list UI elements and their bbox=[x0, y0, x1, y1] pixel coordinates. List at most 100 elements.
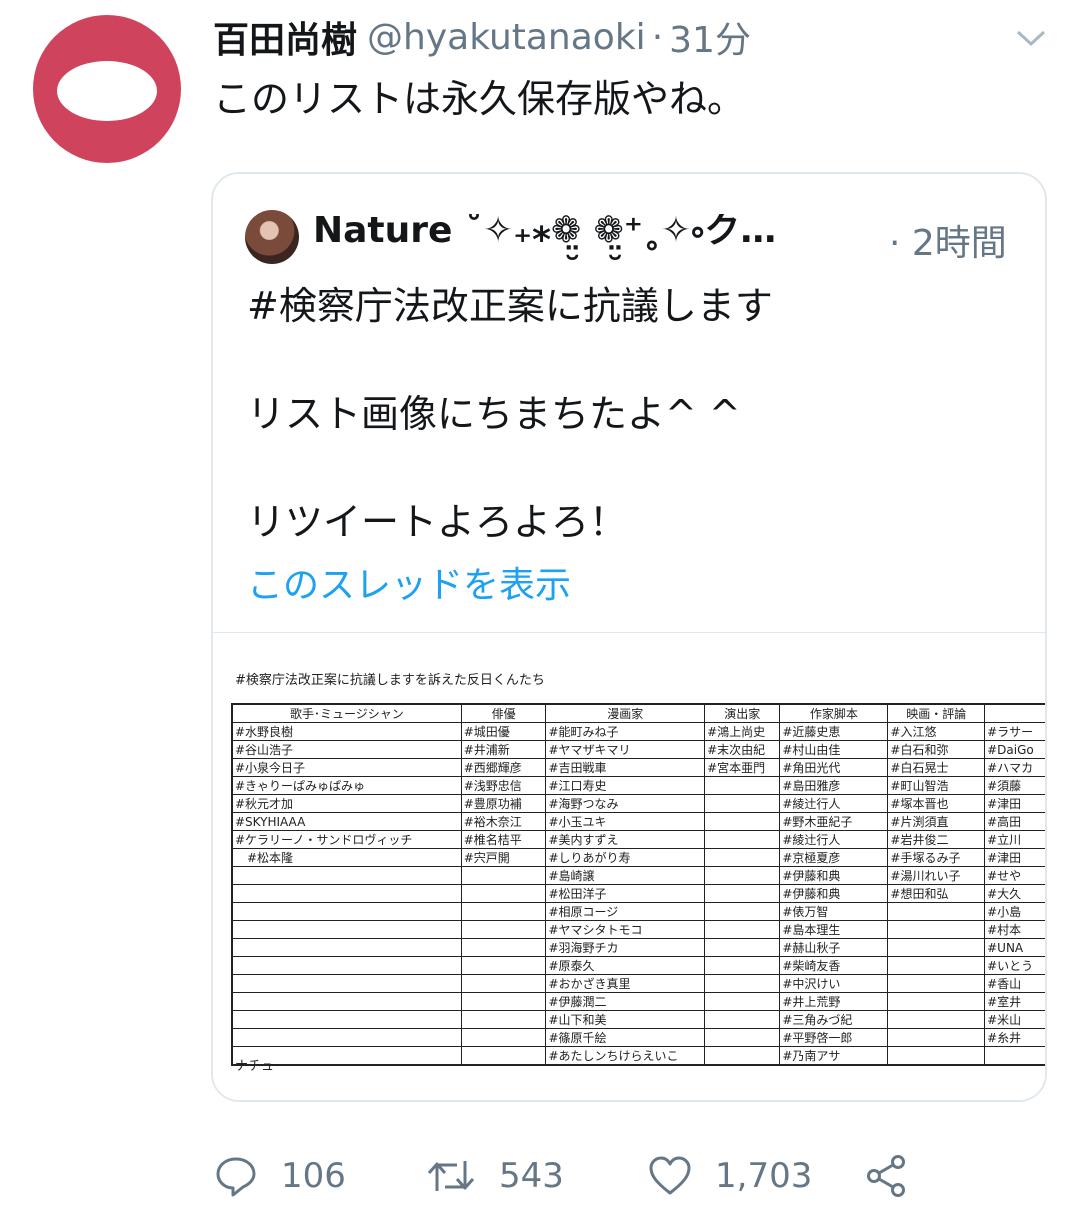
table-row: #島崎譲 #伊藤和典 #湯川れい子 #せや bbox=[231, 866, 1045, 885]
table-cell bbox=[460, 866, 547, 885]
table-cell: #篠原千絵 bbox=[545, 1028, 706, 1047]
table-cell bbox=[231, 902, 462, 921]
like-button[interactable]: 1,703 bbox=[647, 1146, 812, 1206]
table-row: #小泉今日子 #西郷輝彦 #吉田戦車 #宮本亜門 #角田光代 #白石晃士 #ハマカ bbox=[231, 758, 1045, 777]
table-cell bbox=[231, 1010, 462, 1029]
tweet-text: このリストは永久保存版やね。 bbox=[213, 77, 746, 121]
table-cell: #伊藤和典 bbox=[779, 884, 889, 903]
like-count: 1,703 bbox=[715, 1156, 813, 1196]
author-name[interactable]: 百田尚樹 bbox=[213, 11, 357, 63]
table-cell bbox=[887, 956, 986, 975]
table-cell: #島本理生 bbox=[779, 920, 889, 939]
table-cell: #香山 bbox=[984, 974, 1045, 993]
table-row: #谷山浩子 #井浦新 #ヤマザキマリ #末次由紀 #村山由佳 #白石和弥 #DaiGo bbox=[231, 740, 1045, 759]
show-thread-link[interactable]: このスレッドを表示 bbox=[247, 556, 571, 608]
retweet-count: 543 bbox=[499, 1156, 564, 1196]
table-cell: #末次由紀 bbox=[704, 740, 781, 759]
tweet-time[interactable]: 31分 bbox=[669, 11, 751, 63]
author-handle[interactable]: @hyakutanaoki bbox=[367, 17, 646, 58]
quoted-image[interactable]: #検察庁法改正案に抗議しますを訴えた反日くんたち 歌手･ミュージシャン 俳優 漫画家… bbox=[213, 632, 1045, 1100]
table-cell: #しりあがり寿 bbox=[545, 848, 706, 867]
table-cell bbox=[704, 812, 781, 831]
table-cell bbox=[704, 956, 781, 975]
quoted-header: Nature ˚✧₊⁎❁̤̮ ❁̤̮⁺˳✧༚ク… bbox=[313, 214, 913, 266]
share-button[interactable] bbox=[863, 1146, 909, 1206]
table-cell: #綾辻行人 bbox=[779, 794, 889, 813]
table-cell: #せや bbox=[984, 866, 1045, 885]
retweet-icon bbox=[427, 1161, 475, 1191]
table-cell bbox=[887, 920, 986, 939]
table-cell bbox=[460, 974, 547, 993]
table-cell bbox=[704, 794, 781, 813]
table-row: #松本隆 #宍戸開 #しりあがり寿 #京極夏彦 #手塚るみ子 #津田 bbox=[231, 848, 1045, 867]
table-cell bbox=[887, 938, 986, 957]
table-cell: #米山 bbox=[984, 1010, 1045, 1029]
table-cell: #三角みづ紀 bbox=[779, 1010, 889, 1029]
table-cell: #野木亜紀子 bbox=[779, 812, 889, 831]
table-cell bbox=[460, 992, 547, 1011]
table-cell: #津田 bbox=[984, 848, 1045, 867]
chevron-down-icon[interactable] bbox=[1014, 26, 1048, 50]
table-cell: #片渕須直 bbox=[887, 812, 986, 831]
table-cell bbox=[231, 974, 462, 993]
like-icon bbox=[649, 1156, 691, 1195]
table-cell: #ヤマザキマリ bbox=[545, 740, 706, 759]
table-cell bbox=[231, 956, 462, 975]
table-cell: #須藤 bbox=[984, 776, 1045, 795]
avatar-graphic bbox=[57, 61, 157, 121]
table-cell bbox=[704, 776, 781, 795]
quoted-author-name[interactable]: Nature ˚✧₊⁎❁̤̮ ❁̤̮⁺˳✧༚ク… bbox=[313, 214, 776, 266]
table-row: #伊藤潤二 #井上荒野 #室井 bbox=[231, 992, 1045, 1011]
table-row: #ケラリーノ・サンドロヴィッチ #椎名桔平 #美内すずえ #綾辻行人 #岩井俊二 #立川 bbox=[231, 830, 1045, 849]
table-cell: #江口寿史 bbox=[545, 776, 706, 795]
table-cell: #城田優 bbox=[460, 722, 547, 741]
table-cell: #谷山浩子 bbox=[231, 740, 462, 759]
table-cell bbox=[460, 902, 547, 921]
table-header-cell: 漫画家 bbox=[545, 703, 706, 723]
table-cell bbox=[704, 1046, 781, 1066]
table-cell bbox=[704, 1028, 781, 1047]
table-cell bbox=[704, 992, 781, 1011]
table-row: #相原コージ #俵万智 #小島 bbox=[231, 902, 1045, 921]
retweet-button[interactable]: 543 bbox=[425, 1146, 564, 1206]
table-cell: #おかざき真里 bbox=[545, 974, 706, 993]
table-cell: #綾辻行人 bbox=[779, 830, 889, 849]
table-cell bbox=[984, 1046, 1045, 1066]
quoted-time[interactable]: · 2時間 bbox=[889, 214, 1007, 266]
table-row: #きゃりーぱみゅぱみゅ #浅野忠信 #江口寿史 #島田雅彦 #町山智浩 #須藤 bbox=[231, 776, 1045, 795]
author-avatar[interactable] bbox=[33, 15, 181, 163]
table-cell: #吉田戦車 bbox=[545, 758, 706, 777]
quoted-author-avatar[interactable] bbox=[245, 210, 299, 264]
table-cell bbox=[704, 902, 781, 921]
table-cell bbox=[704, 848, 781, 867]
table-row: #ヤマシタトモコ #島本理生 #村本 bbox=[231, 920, 1045, 939]
table-cell bbox=[887, 1010, 986, 1029]
quoted-line: #検察庁法改正案に抗議します bbox=[247, 284, 773, 328]
table-cell: #柴崎友香 bbox=[779, 956, 889, 975]
separator: · bbox=[651, 16, 664, 58]
table-row: #篠原千絵 #平野啓一郎 #糸井 bbox=[231, 1028, 1045, 1047]
table-cell bbox=[887, 902, 986, 921]
table-cell: #裕木奈江 bbox=[460, 812, 547, 831]
quoted-line: リスト画像にちまちたよ^ ^ bbox=[247, 392, 741, 436]
table-cell: #井上荒野 bbox=[779, 992, 889, 1011]
table-cell: #松本隆 bbox=[231, 848, 462, 867]
table-cell bbox=[460, 938, 547, 957]
table-row: #水野良樹 #城田優 #能町みね子 #鴻上尚史 #近藤史恵 #入江悠 #ラサー bbox=[231, 722, 1045, 741]
table-cell bbox=[460, 1028, 547, 1047]
table-cell: #高田 bbox=[984, 812, 1045, 831]
table-cell bbox=[460, 1046, 547, 1066]
table-cell: #水野良樹 bbox=[231, 722, 462, 741]
table-cell: #井浦新 bbox=[460, 740, 547, 759]
table-cell bbox=[704, 884, 781, 903]
table-cell: #角田光代 bbox=[779, 758, 889, 777]
table-cell bbox=[231, 992, 462, 1011]
table-row: #秋元才加 #豊原功補 #海野つなみ #綾辻行人 #塚本晋也 #津田 bbox=[231, 794, 1045, 813]
table-cell bbox=[887, 992, 986, 1011]
quoted-tweet[interactable]: Nature ˚✧₊⁎❁̤̮ ❁̤̮⁺˳✧༚ク… · 2時間 #検察庁法改正案に… bbox=[211, 172, 1047, 1102]
table-cell: #赫山秋子 bbox=[779, 938, 889, 957]
image-footer: ナチュ bbox=[235, 1059, 275, 1074]
table-header-row: 歌手･ミュージシャン 俳優 漫画家 演出家 作家脚本 映画・評論 bbox=[231, 703, 1045, 723]
list-table: 歌手･ミュージシャン 俳優 漫画家 演出家 作家脚本 映画・評論 #水野良樹 #城田優 #能町… bbox=[231, 703, 1045, 1066]
reply-button[interactable]: 106 bbox=[213, 1146, 346, 1206]
